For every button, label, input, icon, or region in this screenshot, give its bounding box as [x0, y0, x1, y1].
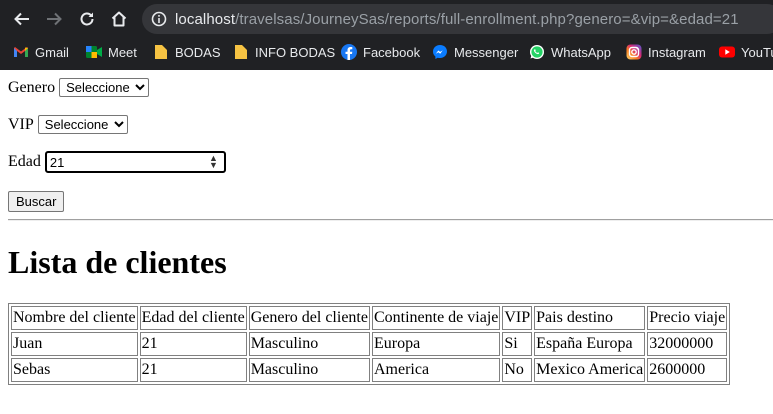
table-cell: America: [371, 358, 501, 382]
reload-icon: [80, 12, 94, 26]
home-button[interactable]: [108, 8, 130, 30]
table-cell: Juan: [11, 332, 138, 356]
edad-row: Edad 21 ▲ ▼: [8, 151, 226, 173]
whatsapp-icon: [529, 44, 545, 60]
bookmark-label: WhatsApp: [551, 44, 611, 60]
folder-icon: [233, 44, 249, 60]
genero-select[interactable]: Seleccione: [59, 78, 150, 97]
table-cell: 2600000: [647, 358, 728, 382]
arrow-right-icon: [47, 12, 62, 26]
column-header: Pais destino: [534, 306, 646, 330]
vip-select[interactable]: Seleccione: [37, 115, 128, 134]
table-cell: No: [502, 358, 533, 382]
url-path: /travelsas/JourneySas/reports/full-enrol…: [235, 10, 739, 28]
reload-button[interactable]: [76, 8, 98, 30]
bookmark-youtube[interactable]: YouTu: [719, 41, 773, 63]
table-row: Juan 21 Masculino Europa Si España Europ…: [11, 332, 728, 356]
bookmark-label: Facebook: [363, 44, 421, 60]
bookmark-instagram[interactable]: Instagram: [626, 41, 706, 63]
number-spinner-icon[interactable]: ▲ ▼: [209, 154, 218, 170]
table-cell: Si: [502, 332, 533, 356]
edad-input[interactable]: 21 ▲ ▼: [44, 151, 226, 173]
bookmark-gmail[interactable]: Gmail: [13, 41, 69, 63]
bookmark-label: Meet: [108, 44, 137, 60]
table-cell: Masculino: [248, 332, 370, 356]
messenger-icon: [432, 44, 448, 60]
bookmark-facebook[interactable]: Facebook: [341, 41, 420, 63]
meet-icon: [86, 44, 102, 60]
table-row: Sebas 21 Masculino America No Mexico Ame…: [11, 358, 728, 382]
address-bar[interactable]: localhost/travelsas/JourneySas/reports/f…: [142, 4, 773, 34]
buscar-button[interactable]: Buscar: [8, 191, 65, 212]
url-host: localhost: [175, 10, 236, 28]
table-header-row: Nombre del cliente Edad del cliente Gene…: [11, 306, 728, 330]
column-header: Genero del cliente: [248, 306, 370, 330]
clients-table: Nombre del cliente Edad del cliente Gene…: [8, 303, 731, 385]
table-cell: 21: [139, 358, 247, 382]
bookmark-info-bodas[interactable]: INFO BODAS: [233, 41, 335, 63]
vip-row: VIP Seleccione: [8, 115, 128, 134]
edad-label: Edad: [8, 153, 41, 170]
column-header: VIP: [502, 306, 533, 330]
column-header: Nombre del cliente: [11, 306, 138, 330]
table-cell: 32000000: [647, 332, 728, 356]
bookmark-label: YouTu: [741, 44, 773, 60]
folder-icon: [153, 44, 169, 60]
forward-button[interactable]: [43, 8, 65, 30]
browser-chrome: localhost/travelsas/JourneySas/reports/f…: [0, 0, 773, 70]
bookmark-label: Messenger: [454, 44, 519, 60]
table-cell: Mexico America: [534, 358, 646, 382]
table-cell: España Europa: [534, 332, 646, 356]
vip-label: VIP: [8, 115, 34, 133]
bookmark-meet[interactable]: Meet: [86, 41, 137, 63]
gmail-icon: [13, 44, 29, 60]
instagram-icon: [626, 44, 642, 60]
column-header: Edad del cliente: [139, 306, 247, 330]
bookmark-label: BODAS: [175, 44, 221, 60]
back-button[interactable]: [11, 8, 33, 30]
bookmark-bodas[interactable]: BODAS: [153, 41, 221, 63]
column-header: Continente de viaje: [371, 306, 501, 330]
bookmark-messenger[interactable]: Messenger: [432, 41, 518, 63]
edad-input-value: 21: [49, 154, 65, 170]
facebook-icon: [341, 44, 357, 60]
column-header: Precio viaje: [647, 306, 728, 330]
bookmark-label: INFO BODAS: [255, 44, 336, 60]
bookmark-label: Gmail: [35, 44, 69, 60]
bookmark-whatsapp[interactable]: WhatsApp: [529, 41, 611, 63]
youtube-icon: [719, 44, 735, 60]
table-cell: Masculino: [248, 358, 370, 382]
bookmark-label: Instagram: [648, 44, 706, 60]
page-title: Lista de clientes: [8, 244, 227, 280]
table-cell: Sebas: [11, 358, 138, 382]
info-icon[interactable]: [151, 11, 167, 27]
divider: [8, 219, 773, 221]
home-icon: [111, 11, 127, 27]
submit-row: Buscar: [8, 191, 65, 212]
genero-row: Genero Seleccione: [8, 78, 150, 97]
browser-toolbar: localhost/travelsas/JourneySas/reports/f…: [0, 0, 773, 38]
table-cell: Europa: [371, 332, 501, 356]
genero-label: Genero: [8, 78, 56, 96]
page-content: Genero Seleccione VIP Seleccione Edad 21…: [0, 70, 773, 414]
bookmarks-bar: Gmail Meet BODAS INFO BODAS Facebook Mes…: [0, 36, 773, 68]
arrow-left-icon: [14, 12, 29, 26]
table-cell: 21: [139, 332, 247, 356]
url-text: localhost/travelsas/JourneySas/reports/f…: [175, 11, 739, 28]
